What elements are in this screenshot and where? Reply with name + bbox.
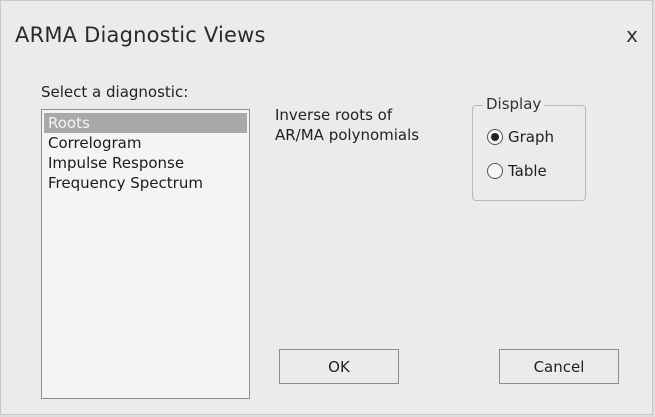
diagnostic-listbox[interactable]: Roots Correlogram Impulse Response Frequ… [41,109,250,399]
display-group-label: Display [483,95,545,113]
description-line-2: AR/MA polynomials [275,126,420,144]
cancel-button[interactable]: Cancel [499,349,619,384]
close-icon[interactable]: x [621,23,643,47]
radio-graph-label[interactable]: Graph [508,128,554,146]
radio-graph-button[interactable] [487,129,503,145]
ok-button[interactable]: OK [279,349,399,384]
list-item-correlogram[interactable]: Correlogram [44,133,247,153]
diagnostic-list-label: Select a diagnostic: [41,83,189,101]
radio-table-label[interactable]: Table [508,162,547,180]
radio-table-option[interactable]: Table [487,162,547,180]
list-item-impulse-response[interactable]: Impulse Response [44,153,247,173]
dialog-title: ARMA Diagnostic Views [15,23,266,47]
radio-graph-option[interactable]: Graph [487,128,554,146]
description-line-1: Inverse roots of [275,106,393,124]
diagnostic-description: Inverse roots of AR/MA polynomials [275,105,465,145]
list-item-roots[interactable]: Roots [44,113,247,133]
display-groupbox: Display Graph Table [472,95,586,201]
arma-diagnostic-dialog: ARMA Diagnostic Views x Select a diagnos… [0,0,653,415]
list-item-frequency-spectrum[interactable]: Frequency Spectrum [44,173,247,193]
radio-table-button[interactable] [487,163,503,179]
